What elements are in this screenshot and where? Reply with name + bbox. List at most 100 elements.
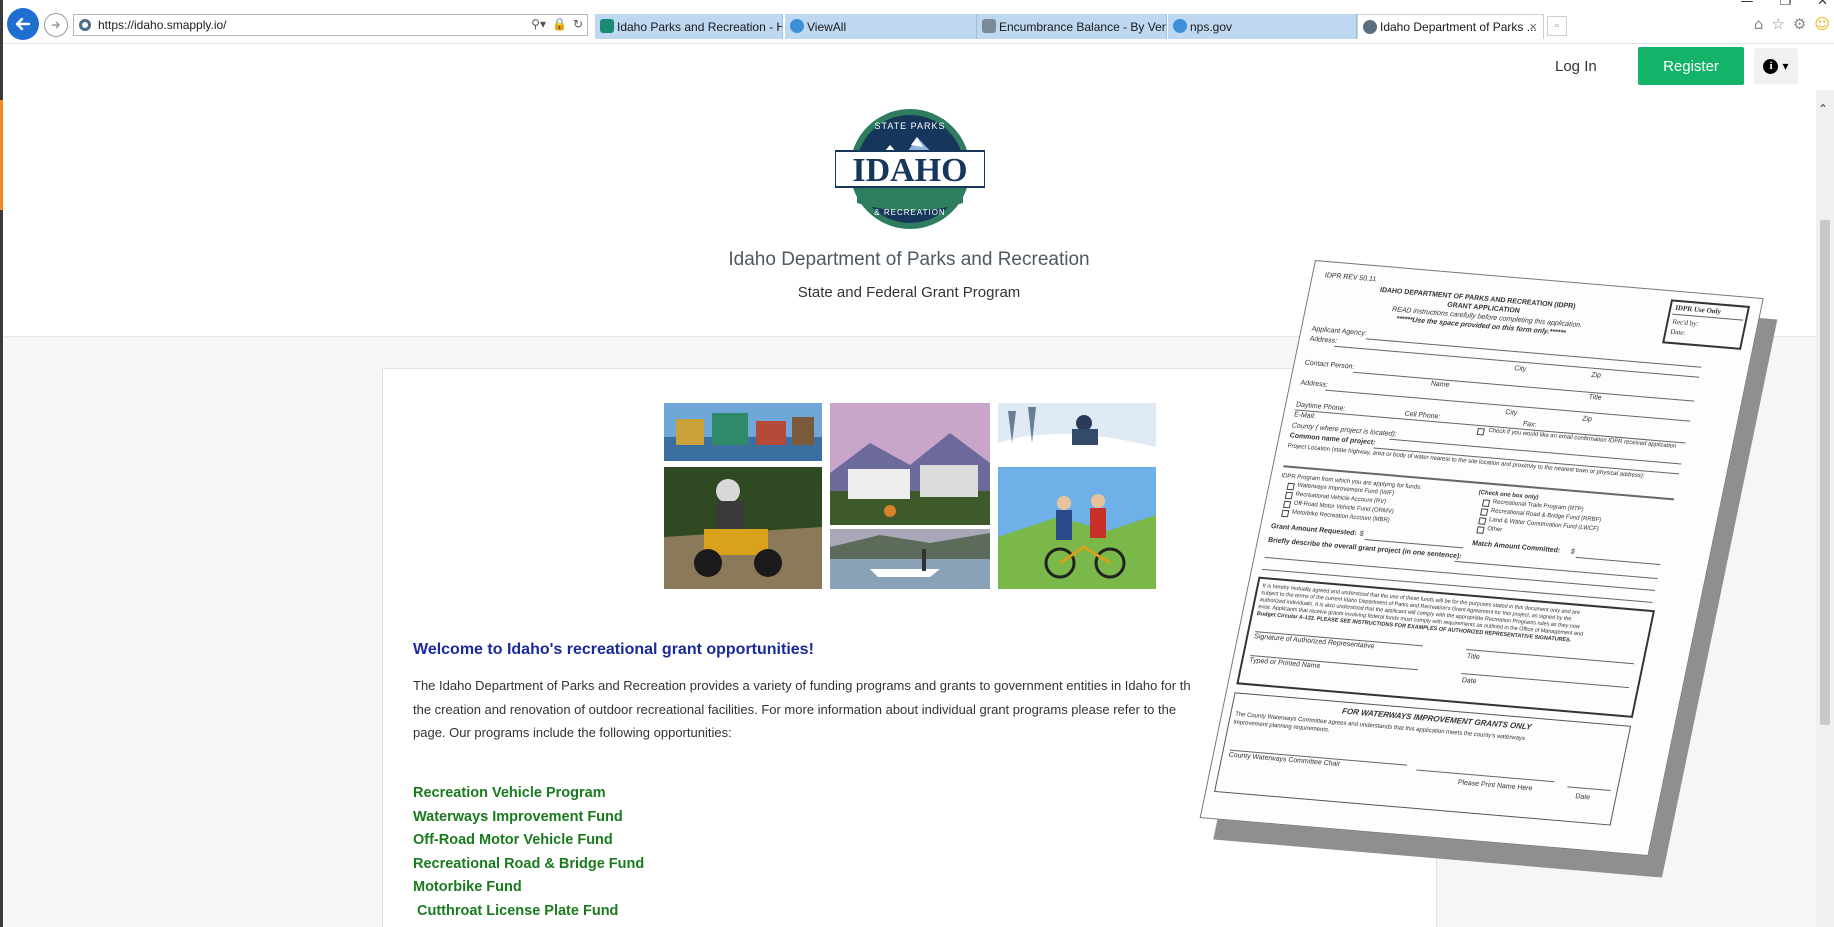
smiley-icon[interactable]: ☺ [1814,15,1830,33]
arrow-right-icon [52,21,61,29]
smapply-icon [1363,20,1377,34]
form-revision: IDPR REV 50.11 [1324,272,1377,284]
program-list: Recreation Vehicle Program Waterways Imp… [413,782,644,923]
idaho-parks-logo: IDAHO STATE PARKS & RECREATION [835,109,985,229]
tab-label: ViewAll [807,19,847,34]
grant-requested-label: Grant Amount Requested: [1270,522,1358,538]
briefly-describe-label: Briefly describe the overall grant proje… [1267,536,1463,561]
program-link[interactable]: Recreation Vehicle Program [413,782,644,806]
site-icon [79,19,91,31]
grant-application-form: IDPR REV 50.11 IDAHO DEPARTMENT OF PARKS… [1199,260,1764,857]
organization-title: Idaho Department of Parks and Recreation [728,249,1090,270]
recd-by-label: Rec'd by: [1671,317,1700,328]
window-edge-accent [0,100,3,210]
atv-rider-photo [664,467,822,589]
tab-encumbrance[interactable]: Encumbrance Balance - By Ven... [977,14,1167,39]
intro-line: The Idaho Department of Parks and Recrea… [413,678,1191,693]
lock-icon[interactable]: 🔒 [552,17,567,31]
organization-subtitle: State and Federal Grant Program [797,284,1021,301]
intro-line: page. Our programs include the following… [413,725,732,740]
new-tab-button[interactable]: ▫ [1547,16,1567,36]
program-checkbox [1282,500,1292,509]
signature-title-label: Title [1466,653,1481,662]
close-window-icon[interactable]: ✕ [1817,0,1828,9]
refresh-icon[interactable]: ↻ [573,17,583,31]
tab-label: Idaho Department of Parks ... [1380,20,1537,34]
ie-icon [1173,19,1187,33]
dollar-sign: $ [1570,548,1576,556]
tab-nps[interactable]: nps.gov [1168,14,1357,39]
dollar-sign: $ [1358,530,1365,538]
title-label: Title [1587,393,1603,402]
browser-window: https://idaho.smapply.io/ ⚲▾ 🔒 ↻ Idaho P… [0,0,1834,927]
use-only-box: IDPR Use Only Rec'd by: Date: [1662,299,1751,350]
playground-photo [664,403,822,461]
signature-date-label: Date [1461,677,1478,686]
program-option: Other [1486,526,1503,534]
contact-person-label: Contact Person: [1304,359,1355,371]
program-checkbox [1284,491,1294,500]
address-bar[interactable]: https://idaho.smapply.io/ ⚲▾ 🔒 ↻ [73,14,588,36]
email-confirm-checkbox [1476,427,1485,436]
login-link[interactable]: Log In [1555,58,1597,75]
scroll-up-icon[interactable]: ⌃ [1818,102,1828,116]
arrow-left-icon [15,17,31,31]
tab-label: Idaho Parks and Recreation - H... [617,19,783,34]
browser-toolbar: https://idaho.smapply.io/ ⚲▾ 🔒 ↻ Idaho P… [0,0,1834,44]
back-button[interactable] [7,8,39,40]
url-text: https://idaho.smapply.io/ [98,18,227,32]
tab-idaho-parks[interactable]: Idaho Parks and Recreation - H... [595,14,783,39]
match-committed-label: Match Amount Committed: [1471,540,1561,555]
search-icon[interactable]: ⚲▾ [531,17,546,31]
register-button[interactable]: Register [1638,47,1744,85]
tab-label: Encumbrance Balance - By Ven... [999,19,1167,34]
address-label: Address: [1308,335,1338,345]
intro-paragraph: The Idaho Department of Parks and Recrea… [413,674,1203,745]
logo-ring-bottom: & RECREATION [874,208,945,217]
contact-zip-label: Zip [1581,415,1593,424]
waterways-date-label: Date [1574,793,1591,802]
info-icon: i [1763,58,1779,74]
program-checkbox [1478,517,1487,525]
program-checkbox [1481,499,1491,507]
project-location-label: Project Location (state highway, area or… [1286,443,1645,480]
program-checkbox [1476,526,1485,534]
grant-application-image: IDPR REV 50.11 IDAHO DEPARTMENT OF PARKS… [1130,235,1834,895]
caret-down-icon: ▾ [1782,59,1789,73]
home-icon[interactable]: ⌂ [1754,15,1764,33]
name-label: Name [1430,380,1451,389]
welcome-heading: Welcome to Idaho's recreational grant op… [413,641,814,658]
info-dropdown-button[interactable]: i ▾ [1754,48,1798,84]
program-link[interactable]: Motorbike Fund [413,876,644,900]
tab-idaho-department-active[interactable]: Idaho Department of Parks ... × [1357,14,1544,39]
minimize-icon[interactable]: — [1740,0,1753,9]
use-only-date-label: Date: [1669,327,1687,337]
print-name-label: Please Print Name Here [1457,779,1533,793]
logo-text: IDAHO [852,152,967,189]
close-tab-icon[interactable]: × [1529,19,1537,34]
sharepoint-icon [600,19,614,33]
photo-collage [664,403,1156,589]
site-top-nav: Log In Register i ▾ [1414,46,1834,86]
program-checkbox [1479,508,1489,516]
program-link[interactable]: Recreational Road & Bridge Fund [413,853,644,877]
program-checkbox [1280,509,1290,518]
program-link[interactable]: Off-Road Motor Vehicle Fund [413,829,644,853]
gear-icon[interactable]: ⚙ [1793,15,1806,33]
favorites-star-icon[interactable]: ☆ [1771,15,1784,33]
zip-label: Zip [1590,371,1602,380]
program-link[interactable]: Cutthroat License Plate Fund [413,900,644,924]
maximize-icon[interactable]: ❐ [1779,0,1791,9]
program-link[interactable]: Waterways Improvement Fund [413,806,644,830]
forward-button[interactable] [44,13,68,37]
logo-ring-top: STATE PARKS [874,121,945,131]
browser-tools: ⌂ ☆ ⚙ ☺ [1754,15,1830,33]
rv-camping-photo [830,403,990,525]
fax-label: Fax: [1522,420,1538,429]
report-icon [982,19,996,33]
window-controls: — ❐ ✕ [1740,0,1828,9]
tab-viewall[interactable]: ViewAll [785,14,977,39]
contact-address-label: Address: [1299,379,1329,389]
intro-line: the creation and renovation of outdoor r… [413,701,1177,717]
boating-photo [830,529,990,589]
